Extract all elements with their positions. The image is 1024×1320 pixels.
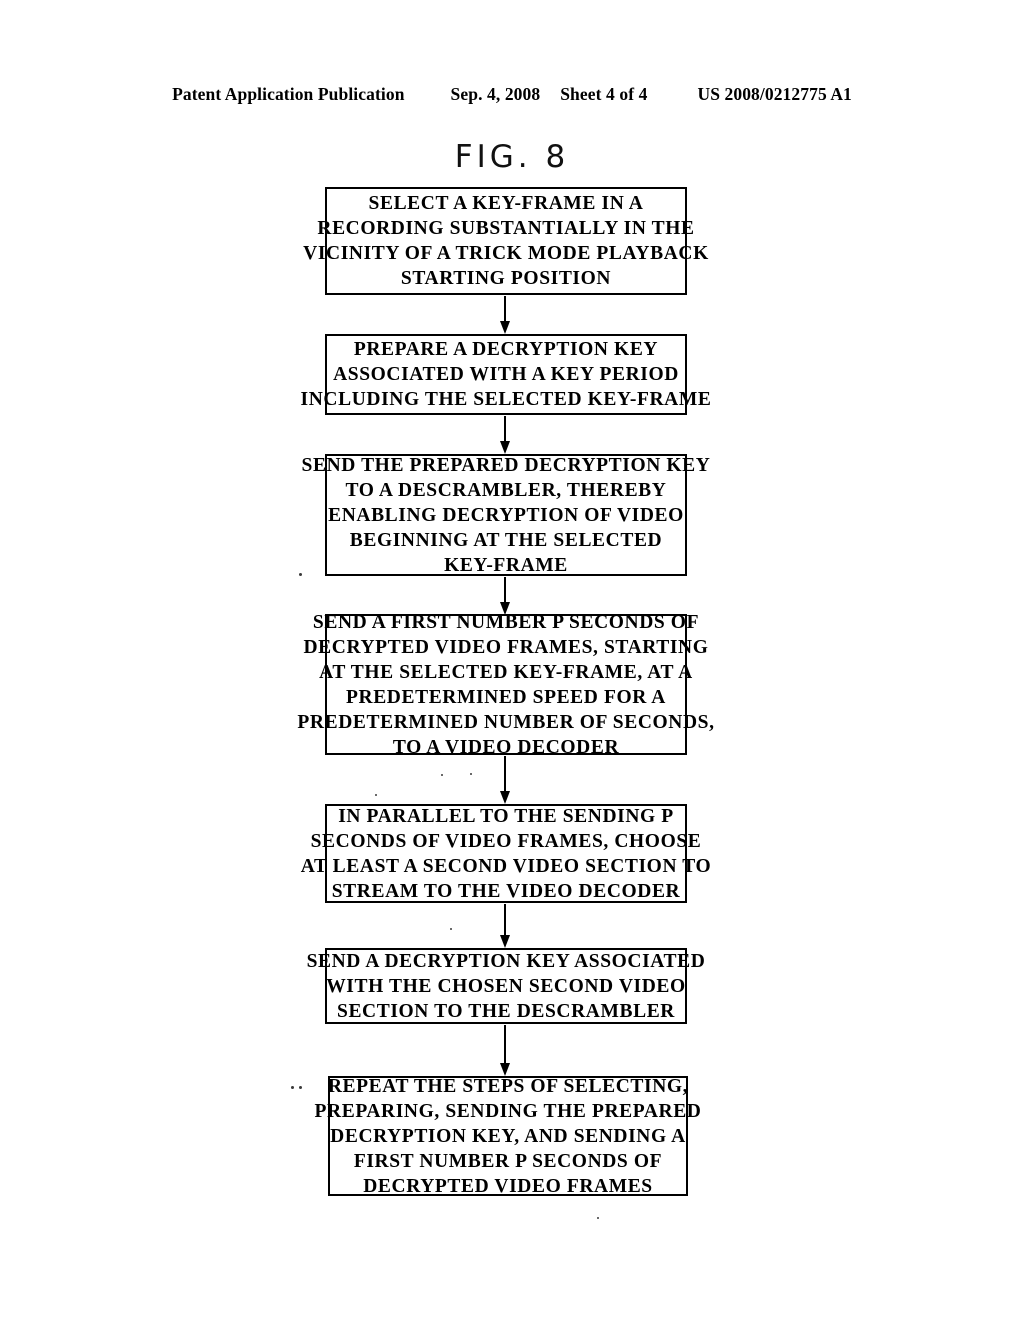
step-text-line: RECORDING SUBSTANTIALLY IN THE xyxy=(317,218,695,239)
scan-artifact xyxy=(299,573,302,576)
step-text-line: SEND A DECRYPTION KEY ASSOCIATED xyxy=(306,950,706,972)
flow-arrow-6-to-7 xyxy=(498,1025,512,1076)
flowchart-diagram: SELECT A KEY-FRAME IN A RECORDING SUBSTA… xyxy=(0,0,1024,1320)
step-text-line: ENABLING DECRYPTION OF VIDEO xyxy=(328,504,684,526)
arrow-shaft xyxy=(504,904,506,936)
scan-artifact xyxy=(299,1086,302,1089)
step-text-line: FIRST NUMBER P SECONDS OF xyxy=(353,1150,663,1172)
arrow-head-icon xyxy=(500,321,510,334)
step-text-line: STARTING POSITION xyxy=(400,268,612,289)
flow-arrow-4-to-5 xyxy=(498,756,512,804)
flowchart-step-send-p-seconds-of-video: SEND A FIRST NUMBER P SECONDS OF DECRYPT… xyxy=(297,612,714,758)
arrow-head-icon xyxy=(500,935,510,948)
flowchart-step-select-key-frame: SELECT A KEY-FRAME IN A RECORDING SUBSTA… xyxy=(303,187,708,295)
step-text-line: WITH THE CHOSEN SECOND VIDEO xyxy=(326,975,686,997)
step-text-line: SEND A FIRST NUMBER P SECONDS OF xyxy=(312,611,700,633)
arrow-shaft xyxy=(504,1025,506,1064)
step-text-line: AT THE SELECTED KEY-FRAME, AT A xyxy=(319,661,693,683)
scan-artifact xyxy=(470,773,472,775)
arrow-shaft xyxy=(504,756,506,792)
step-text-line: STREAM TO THE VIDEO DECODER xyxy=(331,880,681,902)
step-text-line: SELECT A KEY-FRAME IN A xyxy=(368,193,644,214)
step-text-line: REPEAT THE STEPS OF SELECTING, xyxy=(327,1075,689,1097)
flow-arrow-1-to-2 xyxy=(498,296,512,334)
flow-arrow-5-to-6 xyxy=(498,904,512,948)
step-text-line: SECTION TO THE DESCRAMBLER xyxy=(337,1000,675,1022)
step-text-line: DECRYPTED VIDEO FRAMES, STARTING xyxy=(303,636,709,658)
arrow-head-icon xyxy=(500,791,510,804)
step-text-line: PREDETERMINED SPEED FOR A xyxy=(346,686,666,708)
flowchart-step-choose-second-video-section: IN PARALLEL TO THE SENDING P SECONDS OF … xyxy=(301,804,711,903)
flowchart-step-prepare-decryption-key: PREPARE A DECRYPTION KEY ASSOCIATED WITH… xyxy=(301,334,711,415)
step-text-line: SEND THE PREPARED DECRYPTION KEY xyxy=(301,454,711,476)
arrow-shaft xyxy=(504,296,506,322)
flowchart-step-send-key-for-second-section: SEND A DECRYPTION KEY ASSOCIATED WITH TH… xyxy=(307,948,705,1024)
flow-arrow-2-to-3 xyxy=(498,416,512,454)
step-text-line: AT LEAST A SECOND VIDEO SECTION TO xyxy=(300,855,712,877)
step-text-line: PREDETERMINED NUMBER OF SECONDS, xyxy=(297,711,715,733)
scan-artifact xyxy=(291,1086,294,1089)
scan-artifact xyxy=(375,794,377,796)
scan-artifact xyxy=(597,1217,599,1219)
arrow-shaft xyxy=(504,416,506,442)
step-text-line: TO A DESCRAMBLER, THEREBY xyxy=(345,479,667,501)
step-text-line: SECONDS OF VIDEO FRAMES, CHOOSE xyxy=(310,830,702,852)
step-text-line: VICINITY OF A TRICK MODE PLAYBACK xyxy=(303,243,709,264)
arrow-shaft xyxy=(504,577,506,603)
step-text-line: INCLUDING THE SELECTED KEY-FRAME xyxy=(300,389,712,410)
step-text-line: IN PARALLEL TO THE SENDING P xyxy=(338,805,674,827)
step-text-line: ASSOCIATED WITH A KEY PERIOD xyxy=(333,364,679,385)
step-text-line: KEY-FRAME xyxy=(444,554,568,576)
scan-artifact xyxy=(441,774,443,776)
step-text-line: DECRYPTED VIDEO FRAMES xyxy=(363,1175,653,1197)
scan-artifact xyxy=(450,928,452,930)
step-text-line: BEGINNING AT THE SELECTED xyxy=(349,529,663,551)
flowchart-step-send-key-to-descrambler: SEND THE PREPARED DECRYPTION KEY TO A DE… xyxy=(302,454,710,576)
step-text-line: DECRYPTION KEY, AND SENDING A xyxy=(330,1125,686,1147)
step-text-line: PREPARE A DECRYPTION KEY xyxy=(353,339,659,360)
flowchart-step-repeat-steps: REPEAT THE STEPS OF SELECTING, PREPARING… xyxy=(315,1075,701,1197)
step-text-line: PREPARING, SENDING THE PREPARED xyxy=(314,1100,702,1122)
